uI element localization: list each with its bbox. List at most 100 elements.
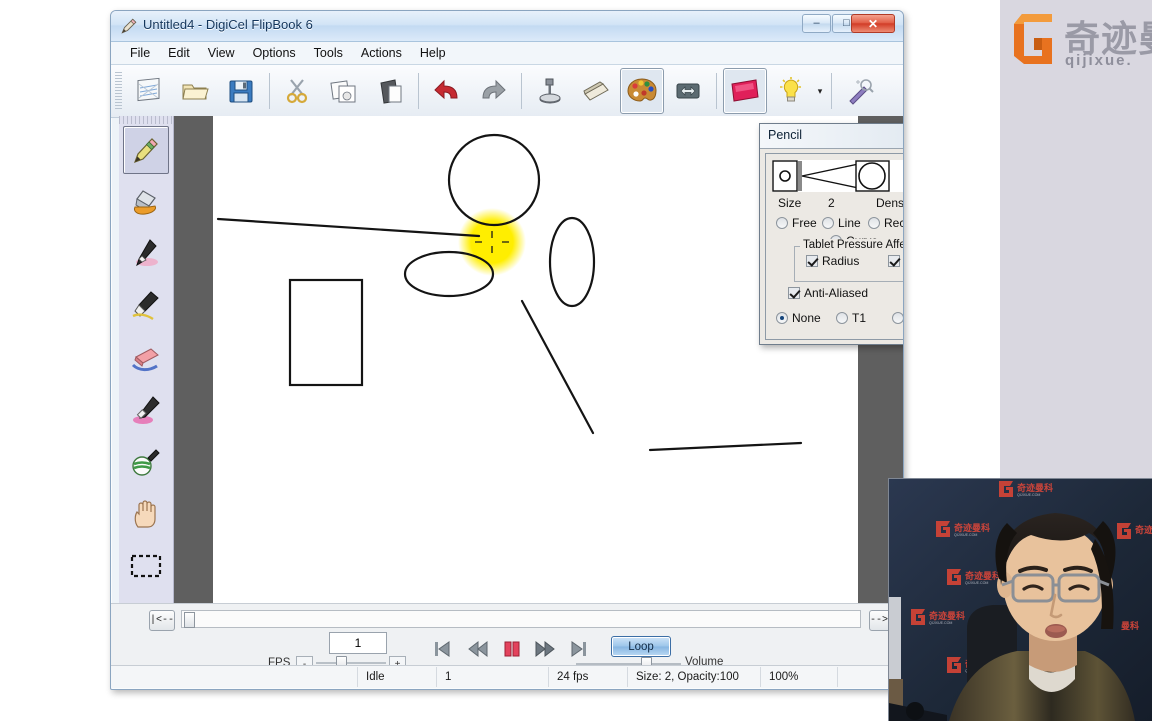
frame-number-input[interactable]: 1 — [329, 632, 387, 654]
fast-forward-button[interactable] — [532, 637, 558, 661]
menu-file[interactable]: File — [121, 44, 159, 62]
shape-ellipse-horizontal — [403, 250, 495, 298]
marquee-select-icon — [130, 554, 162, 578]
forward-icon — [535, 640, 555, 658]
new-icon[interactable] — [127, 68, 171, 114]
color-palette-icon[interactable] — [620, 68, 664, 114]
cut-scissors-icon[interactable] — [276, 68, 320, 114]
size-label: Size — [778, 196, 802, 210]
menu-tools[interactable]: Tools — [305, 44, 352, 62]
pencil-tool-icon — [133, 138, 158, 164]
texture-radio-t2[interactable]: T2 — [892, 311, 903, 325]
capture-camera-icon[interactable] — [528, 68, 572, 114]
open-folder-icon[interactable] — [173, 68, 217, 114]
brush-icon — [132, 291, 159, 321]
skip-to-end-button[interactable] — [566, 637, 592, 661]
menu-actions[interactable]: Actions — [352, 44, 411, 62]
menu-options[interactable]: Options — [244, 44, 305, 62]
tool-pencil[interactable] — [123, 126, 169, 174]
texture-radio-none[interactable]: None — [776, 311, 821, 325]
tool-eyedropper[interactable] — [123, 386, 169, 434]
shape-rectangle — [288, 278, 364, 387]
mode-radio-free[interactable]: Free — [776, 216, 817, 230]
scanner-icon[interactable] — [574, 68, 618, 114]
pause-icon — [504, 641, 520, 657]
pencil-dialog-title: Pencil — [768, 128, 803, 142]
checkbox-box — [888, 255, 900, 267]
tablet-density-checkbox[interactable]: Density — [888, 254, 903, 268]
playback-bar: |<-- -->| 1 FPS - + Loop Volume — [111, 603, 903, 673]
toolbar-separator — [831, 73, 832, 109]
lightbulb-icon — [780, 77, 801, 102]
toolbar-separator — [521, 73, 522, 109]
skip-to-start-button[interactable] — [429, 637, 455, 661]
tool-marquee-select[interactable] — [123, 542, 169, 590]
copy-icon[interactable] — [322, 68, 366, 114]
tool-airbrush[interactable] — [123, 438, 169, 486]
anti-aliased-checkbox[interactable]: Anti-Aliased — [788, 286, 868, 300]
svg-text:QIJIXUE.COM: QIJIXUE.COM — [954, 533, 977, 537]
toolbar-separator — [716, 73, 717, 109]
magic-wand-icon[interactable] — [838, 68, 882, 114]
scanner-icon — [583, 81, 609, 101]
tool-paint-bucket[interactable] — [123, 178, 169, 226]
pause-button[interactable] — [499, 637, 525, 661]
undo-arrow-icon — [434, 79, 458, 100]
svg-text:曼科: 曼科 — [1121, 620, 1139, 632]
new-document-icon — [137, 77, 160, 102]
maximize-icon: □ — [843, 17, 850, 29]
tool-brush[interactable] — [123, 282, 169, 330]
open-folder-icon — [182, 84, 209, 100]
lightbulb-dropdown-arrow[interactable]: ▾ — [814, 69, 826, 113]
timeline-handle[interactable] — [184, 612, 195, 628]
minimize-button[interactable]: – — [802, 14, 831, 33]
menu-help[interactable]: Help — [411, 44, 455, 62]
status-spacer — [111, 667, 358, 687]
tool-hand[interactable] — [123, 490, 169, 538]
tool-pen[interactable] — [123, 230, 169, 278]
density-label: Density: — [876, 196, 904, 210]
timeline-scrollbar[interactable] — [181, 610, 861, 628]
watermark-en-text: qijixue. — [1065, 52, 1133, 69]
eyedropper-icon — [133, 396, 160, 424]
paste-icon[interactable] — [368, 68, 412, 114]
mode-radio-rect[interactable]: Rect — [868, 216, 903, 230]
cel-red-icon — [731, 79, 759, 102]
tools-palette-grip[interactable] — [119, 116, 173, 124]
shape-line-diagonal — [520, 299, 595, 435]
mode-radio-line[interactable]: Line — [822, 216, 861, 230]
cel-red-icon[interactable] — [723, 68, 767, 114]
tool-eraser[interactable] — [123, 334, 169, 382]
rewind-button[interactable] — [465, 637, 491, 661]
webcam-video: 奇迹曼科 QIJIXUE.COM 奇迹曼科 QIJIXUE.COM 奇迹曼科 Q… — [889, 479, 1152, 721]
status-state: Idle — [358, 667, 437, 687]
eraser-icon — [131, 348, 159, 372]
texture-radio-none-label: None — [792, 311, 821, 325]
radio-dot — [892, 312, 903, 324]
tablet-radius-checkbox[interactable]: Radius — [806, 254, 859, 268]
close-button[interactable]: ✕ — [851, 14, 895, 33]
watermark-logo: 奇迹曼 qijixue. — [1012, 8, 1152, 76]
toolbar-grip[interactable] — [115, 72, 122, 110]
menu-view[interactable]: View — [199, 44, 244, 62]
menu-edit[interactable]: Edit — [159, 44, 199, 62]
flip-icon[interactable] — [666, 68, 710, 114]
brush-preview-strip[interactable] — [772, 160, 903, 192]
main-toolbar: ▾ — [111, 65, 903, 118]
go-to-start-button[interactable]: |<-- — [149, 610, 175, 631]
fps-slider-track[interactable] — [316, 662, 386, 664]
pencil-icon — [121, 18, 137, 34]
save-floppy-icon[interactable] — [219, 68, 263, 114]
pencil-dialog-titlebar[interactable]: Pencil x — [760, 124, 903, 149]
lightbulb-icon[interactable] — [769, 68, 813, 114]
redo-arrow-icon[interactable] — [471, 68, 515, 114]
undo-arrow-icon[interactable] — [425, 68, 469, 114]
shape-ellipse-vertical — [548, 216, 596, 308]
pen-nib-icon — [136, 239, 158, 267]
paste-icon — [380, 79, 402, 104]
texture-radio-t1[interactable]: T1 — [836, 311, 866, 325]
loop-button[interactable]: Loop — [611, 636, 671, 657]
menu-bar: File Edit View Options Tools Actions Hel… — [111, 42, 903, 65]
save-floppy-icon — [229, 80, 253, 103]
title-bar[interactable]: Untitled4 - DigiCel FlipBook 6 – □ ✕ — [111, 11, 903, 42]
